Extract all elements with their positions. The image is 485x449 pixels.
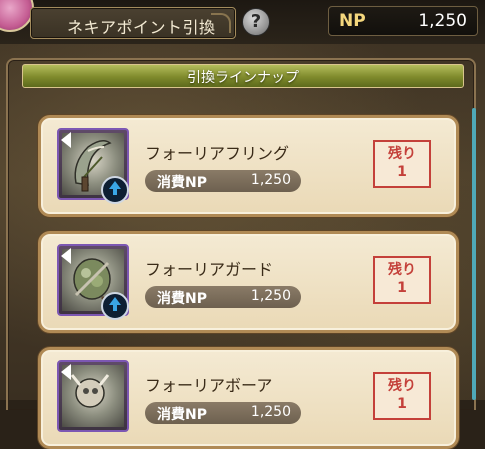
boar-weapon-icon bbox=[62, 365, 124, 427]
page-title-plate: ネキアポイント引換 bbox=[30, 7, 236, 39]
np-balance: NP 1,250 bbox=[328, 6, 478, 36]
list-item[interactable]: フォーリアガード 消費NP 1,250 残り 1 bbox=[38, 231, 459, 333]
remaining-label: 残り bbox=[388, 378, 416, 394]
upgrade-arrow-icon bbox=[101, 292, 129, 320]
item-name: フォーリアボーア bbox=[145, 376, 273, 395]
lineup-title: 引換ラインナップ bbox=[187, 70, 299, 86]
remaining-label: 残り bbox=[388, 146, 416, 162]
remaining-count: 1 bbox=[397, 164, 407, 180]
top-bar: ネキアポイント引換 ? NP 1,250 bbox=[0, 0, 485, 44]
cost-label: 消費NP bbox=[157, 291, 207, 307]
help-button[interactable]: ? bbox=[242, 8, 270, 36]
remaining-count: 1 bbox=[397, 396, 407, 412]
remaining-count: 1 bbox=[397, 280, 407, 296]
cost-pill: 消費NP 1,250 bbox=[145, 170, 301, 192]
avatar[interactable] bbox=[0, 0, 34, 32]
title-ornament-icon bbox=[211, 13, 231, 33]
cost-value: 1,250 bbox=[250, 288, 291, 304]
cost-label: 消費NP bbox=[157, 407, 207, 423]
cost-value: 1,250 bbox=[250, 172, 291, 188]
remaining-label: 残り bbox=[388, 262, 416, 278]
scrollbar[interactable] bbox=[472, 108, 476, 400]
cost-value: 1,250 bbox=[250, 404, 291, 420]
page-title: ネキアポイント引換 bbox=[67, 18, 216, 37]
item-name: フォーリアフリング bbox=[145, 144, 290, 163]
item-name: フォーリアガード bbox=[145, 260, 274, 279]
corner-arrow-icon bbox=[61, 132, 71, 148]
remaining-badge: 残り 1 bbox=[373, 256, 431, 304]
list-item[interactable]: フォーリアボーア 消費NP 1,250 残り 1 bbox=[38, 347, 459, 449]
remaining-badge: 残り 1 bbox=[373, 372, 431, 420]
corner-arrow-icon bbox=[61, 364, 71, 380]
cost-pill: 消費NP 1,250 bbox=[145, 286, 301, 308]
upgrade-arrow-icon bbox=[101, 176, 129, 204]
remaining-badge: 残り 1 bbox=[373, 140, 431, 188]
corner-arrow-icon bbox=[61, 248, 71, 264]
np-value: 1,250 bbox=[418, 11, 467, 31]
cost-label: 消費NP bbox=[157, 175, 207, 191]
list-item[interactable]: フォーリアフリング 消費NP 1,250 残り 1 bbox=[38, 115, 459, 217]
np-label: NP bbox=[339, 11, 366, 31]
item-icon-frame[interactable] bbox=[57, 360, 129, 432]
cost-pill: 消費NP 1,250 bbox=[145, 402, 301, 424]
lineup-header: 引換ラインナップ bbox=[22, 64, 464, 88]
